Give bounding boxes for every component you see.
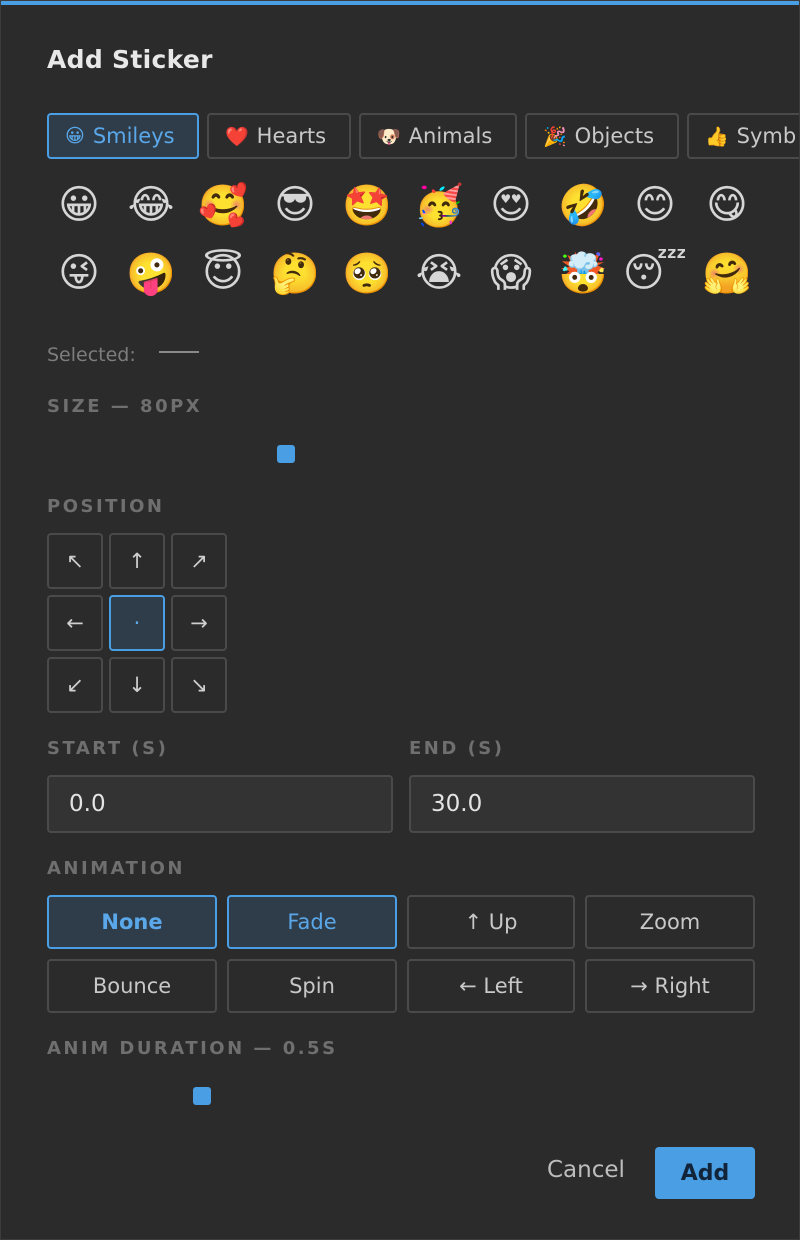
animation-right-button[interactable]: → Right <box>585 959 755 1013</box>
emoji-option[interactable]: 🤩 <box>335 173 399 237</box>
position-label: POSITION <box>47 496 165 517</box>
tab-objects[interactable]: 🎉 Objects <box>525 113 679 159</box>
size-label: SIZE — 80PX <box>47 396 203 417</box>
position-bottom-left[interactable]: ↙ <box>47 657 103 713</box>
selected-label: Selected: <box>47 344 136 366</box>
position-top[interactable]: ↑ <box>109 533 165 589</box>
position-top-left[interactable]: ↖ <box>47 533 103 589</box>
position-bottom[interactable]: ↓ <box>109 657 165 713</box>
position-center[interactable]: · <box>109 595 165 651</box>
animation-up-button[interactable]: ↑ Up <box>407 895 575 949</box>
emoji-option[interactable]: 😭 <box>407 241 471 305</box>
emoji-option[interactable]: 😍 <box>479 173 543 237</box>
tab-hearts[interactable]: ❤️ Hearts <box>207 113 351 159</box>
thumbs-up-icon: 👍 <box>705 125 729 148</box>
emoji-option[interactable]: 😱 <box>479 241 543 305</box>
selected-value-placeholder <box>159 351 199 353</box>
add-button[interactable]: Add <box>655 1147 755 1199</box>
size-slider-thumb[interactable] <box>277 445 295 463</box>
size-slider-track[interactable] <box>47 452 755 456</box>
anim-duration-label: ANIM DURATION — 0.5S <box>47 1038 338 1059</box>
animation-spin-button[interactable]: Spin <box>227 959 397 1013</box>
dialog-title: Add Sticker <box>47 45 213 74</box>
tab-smileys[interactable]: 😀 Smileys <box>47 113 199 159</box>
animation-fade-button[interactable]: Fade <box>227 895 397 949</box>
position-left[interactable]: ← <box>47 595 103 651</box>
emoji-option[interactable]: 🤗 <box>695 241 759 305</box>
tab-label: Objects <box>574 124 655 148</box>
emoji-option[interactable]: 😊 <box>623 173 687 237</box>
smiley-icon: 😀 <box>65 125 85 147</box>
heart-icon: ❤️ <box>225 125 249 148</box>
cancel-button[interactable]: Cancel <box>547 1157 625 1183</box>
position-top-right[interactable]: ↗ <box>171 533 227 589</box>
emoji-option[interactable]: 😂 <box>119 173 183 237</box>
emoji-option[interactable]: 🤣 <box>551 173 615 237</box>
emoji-option[interactable]: 😴 <box>623 241 687 305</box>
tab-label: Smileys <box>92 124 175 148</box>
end-time-input[interactable]: 30.0 <box>409 775 755 833</box>
emoji-option[interactable]: 😇 <box>191 241 255 305</box>
emoji-option[interactable]: 😎 <box>263 173 327 237</box>
dog-icon: 🐶 <box>377 125 401 148</box>
tab-label: Hearts <box>256 124 327 148</box>
tab-animals[interactable]: 🐶 Animals <box>359 113 517 159</box>
tab-symbols[interactable]: 👍 Symb <box>687 113 799 159</box>
position-right[interactable]: → <box>171 595 227 651</box>
position-grid: ↖ ↑ ↗ ← · → ↙ ↓ ↘ <box>47 533 227 713</box>
animation-zoom-button[interactable]: Zoom <box>585 895 755 949</box>
party-popper-icon: 🎉 <box>543 125 567 148</box>
start-time-input[interactable]: 0.0 <box>47 775 393 833</box>
emoji-option[interactable]: 😋 <box>695 173 759 237</box>
add-sticker-dialog: Add Sticker 😀 Smileys ❤️ Hearts 🐶 Animal… <box>0 0 800 1240</box>
tab-label: Animals <box>408 124 493 148</box>
end-label: END (S) <box>409 738 505 759</box>
emoji-option[interactable]: 🤪 <box>119 241 183 305</box>
emoji-option[interactable]: 🥺 <box>335 241 399 305</box>
emoji-option[interactable]: 🥰 <box>191 173 255 237</box>
emoji-option[interactable]: 🥳 <box>407 173 471 237</box>
emoji-option[interactable]: 🤯 <box>551 241 615 305</box>
top-accent-bar <box>1 1 799 5</box>
anim-duration-slider-thumb[interactable] <box>193 1087 211 1105</box>
emoji-option[interactable]: 🤔 <box>263 241 327 305</box>
emoji-option[interactable]: 😀 <box>47 173 111 237</box>
animation-label: ANIMATION <box>47 858 185 879</box>
animation-left-button[interactable]: ← Left <box>407 959 575 1013</box>
position-bottom-right[interactable]: ↘ <box>171 657 227 713</box>
emoji-option[interactable]: 😜 <box>47 241 111 305</box>
animation-none-button[interactable]: None <box>47 895 217 949</box>
category-tabs: 😀 Smileys ❤️ Hearts 🐶 Animals 🎉 Objects … <box>47 113 799 159</box>
anim-duration-slider-track[interactable] <box>47 1094 755 1098</box>
start-label: START (S) <box>47 738 169 759</box>
animation-bounce-button[interactable]: Bounce <box>47 959 217 1013</box>
tab-label: Symb <box>736 124 797 148</box>
